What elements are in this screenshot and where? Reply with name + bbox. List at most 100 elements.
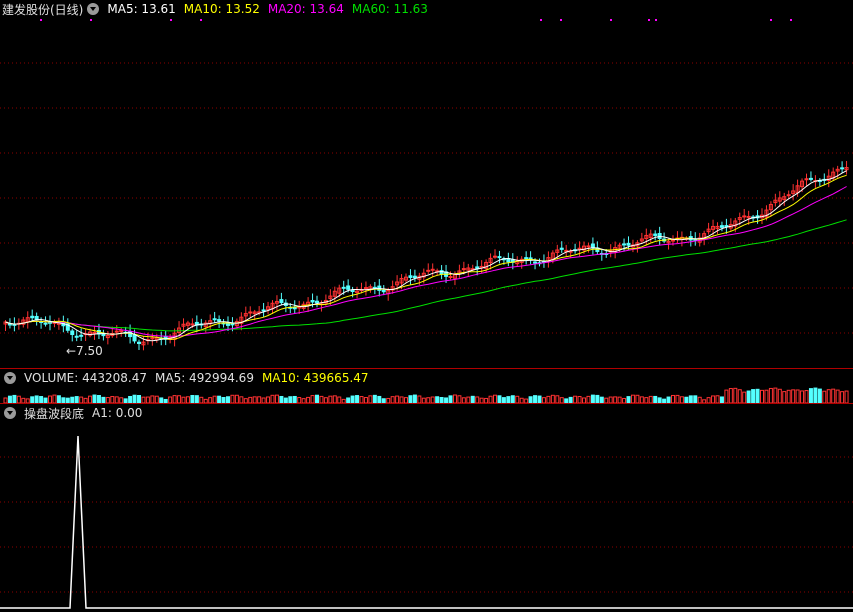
low-price-marker: ←7.50 — [66, 344, 103, 358]
indicator-chart[interactable] — [0, 404, 853, 612]
chevron-down-icon[interactable] — [4, 407, 16, 419]
ma20-line — [5, 186, 847, 337]
volume-bar — [826, 389, 831, 403]
candle-body — [43, 322, 48, 325]
indicator-a1: A1: 0.00 — [92, 406, 143, 420]
volume-bar — [515, 395, 520, 403]
candle-body — [79, 334, 84, 337]
volume-bar — [590, 394, 595, 403]
volume-bar — [355, 395, 360, 403]
volume-bar — [319, 395, 324, 403]
volume-bar — [586, 395, 591, 403]
candle-body — [657, 232, 662, 239]
volume-bar — [831, 388, 836, 403]
candle-body — [586, 245, 591, 248]
ma10-value: MA10: 13.52 — [183, 2, 260, 16]
ma5-line — [5, 170, 847, 342]
volume-legend: VOLUME: 443208.47 MA5: 492994.69 MA10: 4… — [0, 369, 377, 387]
candle-body — [497, 256, 502, 259]
volume-bar — [844, 390, 849, 403]
volume-bar — [533, 395, 538, 403]
volume-bar — [782, 391, 787, 403]
signal-dot — [648, 19, 650, 21]
candle-body — [524, 257, 529, 260]
indicator-name: 操盘波段底 — [24, 406, 85, 421]
candle-body — [137, 341, 141, 345]
volume-bar — [671, 394, 675, 403]
volume-bar — [368, 395, 373, 403]
volume-bar — [546, 395, 551, 403]
candle-body — [190, 323, 195, 326]
volume-bar — [760, 389, 764, 403]
volume-ma5: MA5: 492994.69 — [155, 371, 254, 385]
volume-bar — [751, 389, 756, 403]
candle-body — [7, 323, 12, 326]
volume-bar — [92, 394, 97, 403]
volume-bar — [234, 394, 239, 403]
signal-dot — [770, 19, 772, 21]
volume-bar — [132, 394, 137, 403]
volume-ma10: MA10: 439665.47 — [261, 371, 369, 385]
volume-bar — [448, 395, 453, 403]
volume-bar — [724, 389, 729, 403]
volume-bar — [172, 395, 177, 403]
candle-body — [808, 177, 813, 180]
candle-body — [114, 330, 119, 333]
signal-dot — [560, 19, 562, 21]
volume-value: VOLUME: 443208.47 — [24, 371, 147, 385]
volume-bar — [328, 395, 333, 403]
volume-bar — [746, 390, 751, 403]
volume-bar — [470, 395, 475, 403]
candle-body — [533, 261, 538, 264]
signal-dot — [90, 19, 92, 21]
candle-body — [461, 268, 466, 271]
candle-body — [840, 167, 845, 170]
volume-bar — [177, 395, 182, 403]
volume-bar — [137, 395, 141, 403]
chevron-down-icon[interactable] — [4, 372, 16, 384]
candle-body — [653, 233, 658, 236]
candle-body — [430, 268, 435, 271]
indicator-panel[interactable]: 操盘波段底 A1: 0.00 — [0, 404, 853, 612]
signal-dot — [170, 19, 172, 21]
volume-panel[interactable]: VOLUME: 443208.47 MA5: 492994.69 MA10: 4… — [0, 369, 853, 403]
indicator-line — [0, 435, 853, 609]
volume-bar — [813, 387, 818, 403]
volume-bar — [804, 390, 809, 403]
volume-bar — [212, 395, 217, 403]
candle-body — [622, 243, 627, 246]
volume-bar — [310, 395, 315, 403]
volume-bar — [675, 394, 680, 403]
candle-body — [493, 255, 497, 258]
volume-bar — [635, 394, 640, 403]
volume-bar — [377, 395, 382, 403]
candle-body — [448, 276, 453, 279]
volume-bar — [497, 395, 502, 403]
price-panel[interactable]: 建发股份(日线) MA5: 13.61 MA10: 13.52 MA20: 13… — [0, 0, 853, 368]
candle-body — [381, 289, 386, 293]
volume-bar — [457, 395, 462, 403]
candle-body — [719, 225, 724, 228]
candlestick-chart[interactable] — [0, 0, 853, 368]
volume-bar — [773, 387, 778, 403]
volume-bar — [537, 395, 542, 403]
volume-bar — [48, 395, 52, 403]
volume-bar — [711, 395, 716, 403]
candle-body — [261, 309, 266, 312]
volume-bar — [595, 394, 600, 403]
chevron-down-icon[interactable] — [87, 3, 100, 15]
candle-body — [279, 299, 284, 304]
volume-bar — [230, 394, 235, 403]
volume-bar — [154, 395, 159, 403]
volume-bar — [7, 395, 12, 403]
volume-bar — [493, 394, 497, 403]
volume-bar — [840, 391, 845, 403]
volume-bar — [350, 395, 355, 403]
volume-bar — [372, 394, 377, 403]
signal-dot — [40, 19, 42, 21]
volume-bar — [733, 387, 738, 403]
volume-bar — [728, 388, 733, 403]
ma10-line — [5, 174, 847, 340]
volume-bar — [555, 395, 560, 403]
candle-body — [30, 315, 35, 319]
